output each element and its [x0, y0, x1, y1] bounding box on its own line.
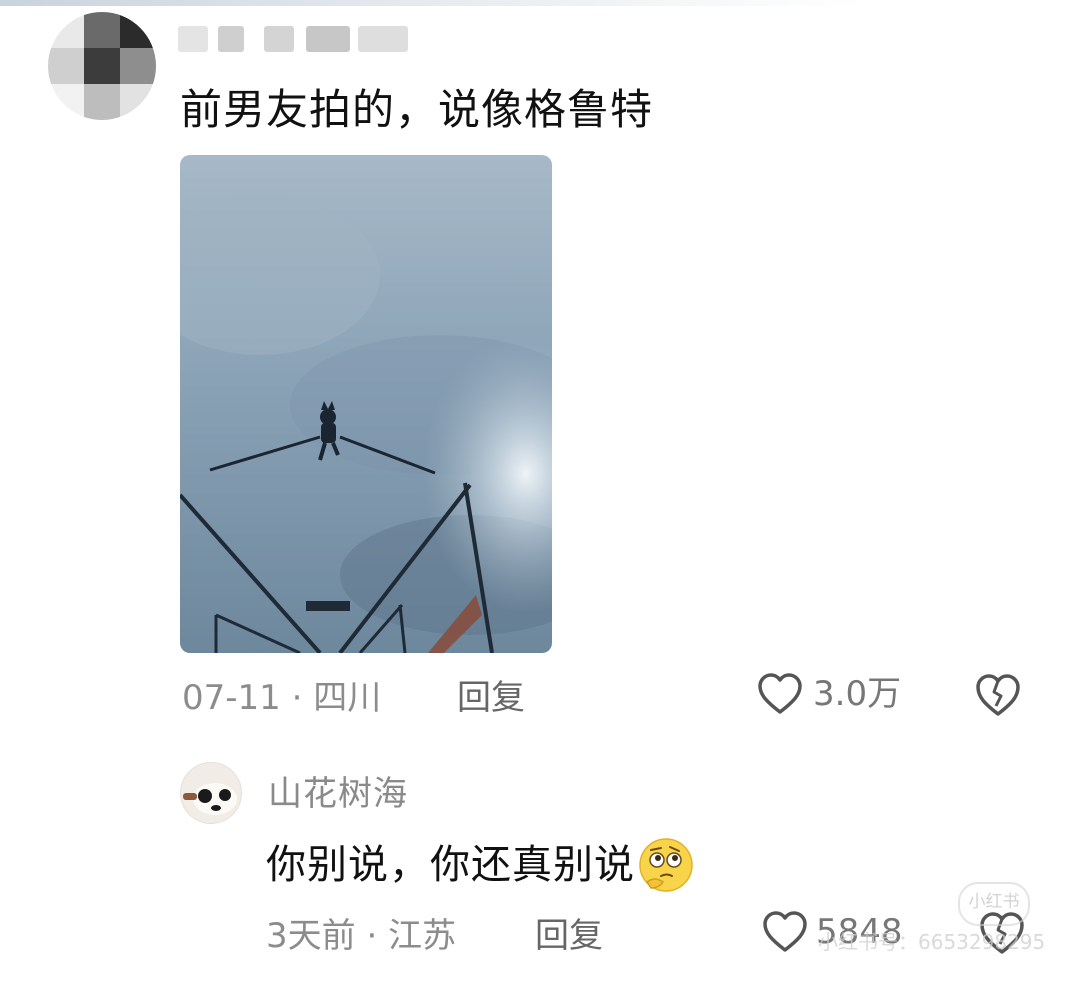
- broken-heart-icon: [976, 674, 1020, 716]
- reply-username[interactable]: 山花树海: [268, 772, 408, 816]
- comment-photo[interactable]: [180, 155, 552, 653]
- photo-image: [180, 155, 552, 653]
- heart-icon: [763, 911, 807, 952]
- like-button[interactable]: 3.0万: [757, 672, 901, 716]
- dislike-button[interactable]: [974, 672, 1022, 722]
- watermark-id: 小红书号：6653298295: [818, 930, 1046, 954]
- reply-avatar[interactable]: [180, 762, 242, 824]
- reply-date: 3天前 · 江苏: [266, 916, 457, 956]
- comment-location: 四川: [313, 678, 382, 718]
- heart-icon: [758, 673, 802, 714]
- watermark-logo: 小红书: [958, 882, 1030, 926]
- username-blurred[interactable]: [178, 18, 413, 58]
- top-edge-bar: [0, 0, 1080, 6]
- reply-comment-text: 你别说，你还真别说: [266, 836, 695, 894]
- reply-reply-button[interactable]: 回复: [535, 914, 603, 958]
- avatar[interactable]: [48, 12, 156, 120]
- panda-avatar-image: [183, 783, 237, 815]
- comment-date: 07-11 · 四川: [182, 678, 382, 718]
- reply-text: 你别说，你还真别说: [266, 842, 635, 888]
- reply-location: 江苏: [388, 916, 457, 956]
- like-count: 3.0万: [813, 674, 902, 714]
- comment-text: 前男友拍的，说像格鲁特: [180, 85, 654, 134]
- thinking-face-emoji: [637, 836, 695, 894]
- reply-button[interactable]: 回复: [457, 676, 525, 720]
